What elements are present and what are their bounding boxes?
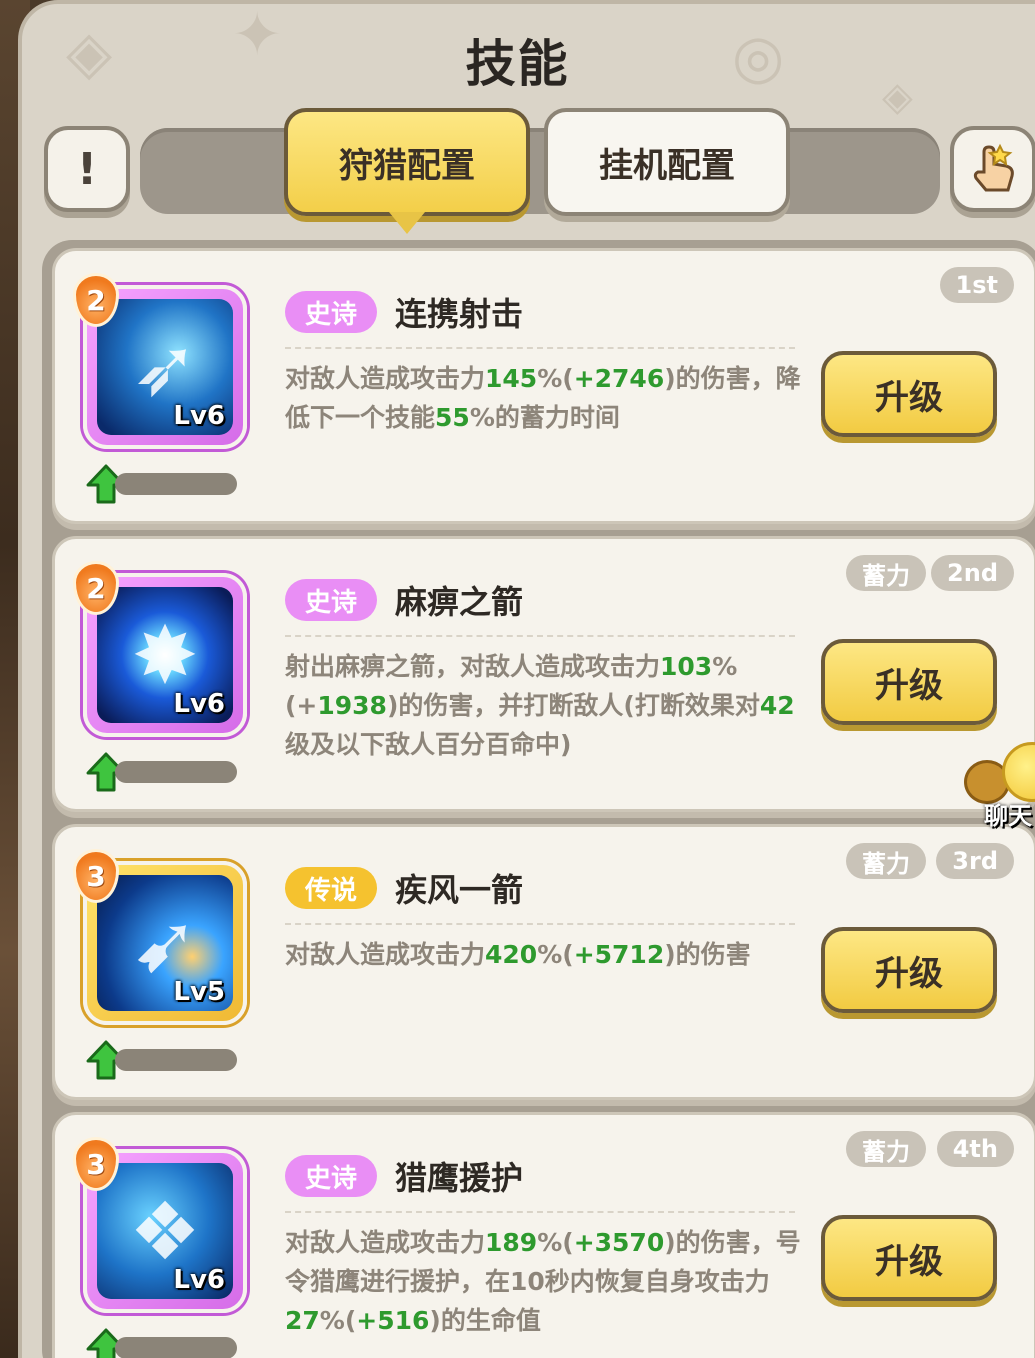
order-tag: 3rd	[936, 843, 1014, 879]
skill-card[interactable]: ➹ Lv5 3 传说 疾风一箭 对敌人造成攻击力420%(+5712)的伤害 蓄力 3rd 升级	[52, 824, 1035, 1100]
pointing-hand-icon	[973, 143, 1014, 192]
skill-icon: ❖ Lv6	[97, 1163, 233, 1299]
upgrade-progress-bar	[115, 1049, 237, 1071]
skill-level: Lv5	[173, 977, 225, 1007]
skill-description: 对敌人造成攻击力189%(+3570)的伤害，号令猎鹰进行援护，在10秒内恢复自…	[285, 1223, 805, 1340]
skill-name: 连携射击	[395, 295, 524, 333]
skill-name: 麻痹之箭	[395, 583, 524, 621]
tab-track	[140, 128, 940, 214]
order-tag: 2nd	[931, 555, 1014, 591]
upgrade-button[interactable]: 升级	[821, 1215, 997, 1301]
skill-description: 对敌人造成攻击力420%(+5712)的伤害	[285, 935, 805, 974]
divider	[285, 1211, 795, 1213]
skill-icon: ➶ Lv6	[97, 299, 233, 435]
desc-segment: 55	[435, 403, 470, 432]
skill-level: Lv6	[173, 1265, 225, 1295]
desc-segment: 对敌人造成攻击力	[285, 364, 486, 393]
desc-segment: 42	[759, 691, 795, 720]
divider	[285, 347, 795, 349]
skill-card[interactable]: ➶ Lv6 2 史诗 连携射击 对敌人造成攻击力145%(+2746)的伤害，降低下一个技…	[52, 248, 1035, 524]
order-tag: 4th	[936, 1131, 1014, 1167]
charge-tag: 蓄力	[846, 1131, 926, 1167]
upgrade-button[interactable]: 升级	[821, 351, 997, 437]
desc-segment: %(	[319, 1306, 357, 1335]
skill-card[interactable]: ✸ Lv6 2 史诗 麻痹之箭 射出麻痹之箭，对敌人造成攻击力103%(+1938)的伤害…	[52, 536, 1035, 812]
upgrade-progress-bar	[115, 1337, 237, 1358]
desc-segment: 射出麻痹之箭，对敌人造成攻击力	[285, 652, 661, 681]
skill-level: Lv6	[173, 401, 225, 431]
desc-segment: 27	[285, 1306, 320, 1335]
upgrade-progress-bar	[115, 761, 237, 783]
rarity-badge: 传说	[285, 867, 378, 909]
rarity-badge: 史诗	[285, 1155, 378, 1197]
desc-segment: 103	[660, 652, 713, 681]
skill-level: Lv6	[173, 689, 225, 719]
upgrade-button[interactable]: 升级	[821, 639, 997, 725]
charge-tag: 蓄力	[846, 843, 926, 879]
desc-segment: %的蓄力时间	[469, 403, 620, 432]
charge-tag: 蓄力	[846, 555, 926, 591]
rarity-badge: 史诗	[285, 579, 378, 621]
desc-segment: 级及以下敌人百分百命中)	[285, 730, 572, 759]
info-button[interactable]: !	[44, 126, 130, 212]
exclamation-icon: !	[76, 143, 98, 195]
desc-segment: 145	[485, 364, 538, 393]
page-title: 技能	[465, 35, 570, 93]
desc-segment: +516	[356, 1306, 430, 1335]
skill-description: 射出麻痹之箭，对敌人造成攻击力103%(+1938)的伤害，并打断敌人(打断效果…	[285, 647, 805, 764]
desc-segment: %(	[537, 1228, 574, 1257]
desc-segment: +3570	[573, 1228, 665, 1257]
skill-name: 疾风一箭	[395, 871, 524, 909]
desc-segment: 对敌人造成攻击力	[285, 940, 486, 969]
desc-segment: 189	[485, 1228, 538, 1257]
desc-segment: 对敌人造成攻击力	[285, 1228, 486, 1257]
divider	[285, 635, 795, 637]
desc-segment: )的生命值	[429, 1306, 541, 1335]
hand-button[interactable]	[950, 126, 1035, 212]
rarity-badge: 史诗	[285, 291, 378, 333]
desc-segment: +5712	[573, 940, 665, 969]
desc-segment: 1938	[317, 691, 387, 720]
smiley-icon	[1002, 742, 1035, 802]
chat-label: 聊天	[984, 802, 1032, 830]
tab-hunt-config[interactable]: 狩猎配置	[284, 108, 530, 234]
desc-segment: )的伤害	[664, 940, 751, 969]
skill-icon: ✸ Lv6	[97, 587, 233, 723]
tab-idle-config[interactable]: 挂机配置	[544, 108, 790, 216]
divider	[285, 923, 795, 925]
desc-segment: %(	[537, 364, 574, 393]
desc-segment: 420	[485, 940, 538, 969]
upgrade-button[interactable]: 升级	[821, 927, 997, 1013]
desc-segment: +2746	[573, 364, 665, 393]
desc-segment: %(	[537, 940, 574, 969]
skill-name: 猎鹰援护	[395, 1159, 524, 1197]
skill-description: 对敌人造成攻击力145%(+2746)的伤害，降低下一个技能55%的蓄力时间	[285, 359, 805, 437]
upgrade-progress-bar	[115, 473, 237, 495]
skill-icon: ➹ Lv5	[97, 875, 233, 1011]
chat-button[interactable]: 聊天	[962, 742, 1035, 830]
order-tag: 1st	[939, 267, 1014, 303]
skill-card[interactable]: ❖ Lv6 3 史诗 猎鹰援护 对敌人造成攻击力189%(+3570)的伤害，号令猎鹰进行…	[52, 1112, 1035, 1358]
desc-segment: )的伤害，并打断敌人(打断效果对	[386, 691, 760, 720]
